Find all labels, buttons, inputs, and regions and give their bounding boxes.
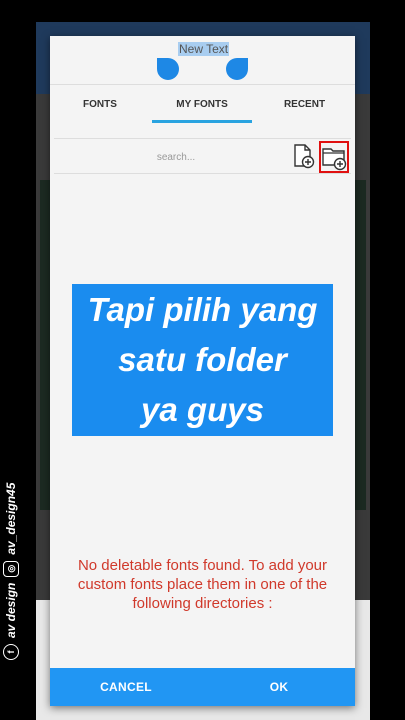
search-input[interactable] xyxy=(54,139,298,175)
selection-handle-right[interactable] xyxy=(226,58,248,80)
add-file-icon[interactable] xyxy=(290,143,316,169)
watermark: f av design ◎ av_design45 xyxy=(3,460,27,660)
caption-line-2: satu folder xyxy=(118,341,287,378)
watermark-brand: av design xyxy=(4,582,18,638)
tab-recent[interactable]: RECENT xyxy=(254,85,355,129)
caption-line-3: ya guys xyxy=(141,391,264,428)
caption-overlay: Tapi pilih yang satu folder ya guys xyxy=(72,284,333,436)
add-folder-button[interactable] xyxy=(319,141,349,173)
selection-handle-left[interactable] xyxy=(157,58,179,80)
tab-fonts[interactable]: FONTS xyxy=(50,85,150,129)
search-row xyxy=(54,138,351,175)
empty-fonts-message: No deletable fonts found. To add your cu… xyxy=(77,557,328,612)
add-folder-icon xyxy=(322,148,347,171)
dialog-footer: CANCEL OK xyxy=(50,668,355,706)
caption-line-1: Tapi pilih yang xyxy=(87,291,318,328)
ok-button[interactable]: OK xyxy=(203,668,355,706)
facebook-icon: f xyxy=(3,644,19,660)
instagram-icon: ◎ xyxy=(3,560,19,577)
tab-indicator xyxy=(152,120,252,123)
font-picker-dialog: New Text FONTS MY FONTS RECENT search...… xyxy=(50,36,355,706)
cancel-button[interactable]: CANCEL xyxy=(50,668,202,706)
watermark-handle: av_design45 xyxy=(4,482,18,555)
preview-text: New Text xyxy=(178,42,230,56)
text-preview: New Text xyxy=(50,36,355,84)
